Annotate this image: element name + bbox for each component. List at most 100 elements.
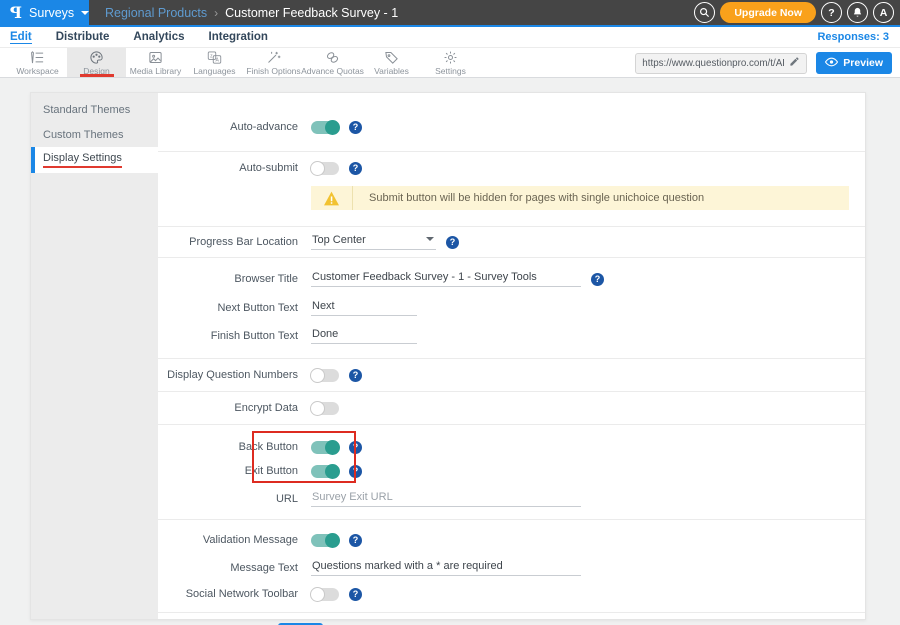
exit-button-label: Exit Button xyxy=(158,465,298,477)
toolbar-item-design[interactable]: Design xyxy=(67,48,126,77)
toggle-knob xyxy=(310,587,325,602)
browser-title-label: Browser Title xyxy=(158,273,298,285)
message-text-row: Message Text xyxy=(158,554,865,582)
nav-tab-integration[interactable]: Integration xyxy=(209,31,268,43)
next-button-text-row: Next Button Text xyxy=(158,294,865,322)
survey-url-text: https://www.questionpro.com/t/APNrFZ xyxy=(642,58,784,69)
next-button-text-input[interactable] xyxy=(311,300,417,316)
auto-submit-label: Auto-submit xyxy=(158,162,298,174)
back-button-help-icon[interactable]: ? xyxy=(349,441,362,454)
encrypt-data-toggle[interactable] xyxy=(311,402,339,415)
toolbar-item-workspace[interactable]: Workspace xyxy=(8,48,67,77)
toolbar-label: Settings xyxy=(435,66,466,76)
auto-submit-help-icon[interactable]: ? xyxy=(349,162,362,175)
toggle-knob xyxy=(310,161,325,176)
preview-button[interactable]: Preview xyxy=(816,52,892,74)
toolbar-item-media-library[interactable]: Media Library xyxy=(126,48,185,77)
warning-triangle-icon xyxy=(311,186,353,210)
browser-title-help-icon[interactable]: ? xyxy=(591,273,604,286)
exit-button-help-icon[interactable]: ? xyxy=(349,465,362,478)
account-avatar[interactable]: A xyxy=(873,2,894,23)
toggle-knob xyxy=(325,464,340,479)
preview-label: Preview xyxy=(843,57,883,69)
progress-bar-location-label: Progress Bar Location xyxy=(158,236,298,248)
toggle-knob xyxy=(325,533,340,548)
message-text-input[interactable] xyxy=(311,560,581,576)
encrypt-data-label: Encrypt Data xyxy=(158,402,298,414)
progress-bar-help-icon[interactable]: ? xyxy=(446,236,459,249)
finish-button-text-row: Finish Button Text xyxy=(158,322,865,350)
survey-nav: Edit Distribute Analytics Integration Re… xyxy=(0,27,900,48)
display-question-numbers-row: Display Question Numbers ? xyxy=(158,361,865,389)
toolbar-item-settings[interactable]: Settings xyxy=(421,48,480,77)
notifications-bell-icon[interactable] xyxy=(847,2,868,23)
browser-title-row: Browser Title ? xyxy=(158,264,865,294)
upgrade-now-button[interactable]: Upgrade Now xyxy=(720,2,816,23)
validation-message-toggle[interactable] xyxy=(311,534,339,547)
top-header: P Surveys Regional Products › Customer F… xyxy=(0,0,900,27)
search-icon[interactable] xyxy=(694,2,715,23)
settings-gear-icon xyxy=(442,50,459,65)
nav-tab-edit[interactable]: Edit xyxy=(10,31,32,44)
validation-message-help-icon[interactable]: ? xyxy=(349,534,362,547)
auto-advance-toggle[interactable] xyxy=(311,121,339,134)
toggle-knob xyxy=(325,440,340,455)
sidebar-item-display-settings[interactable]: Display Settings xyxy=(31,147,158,173)
design-settings-card: Standard Themes Custom Themes Display Se… xyxy=(30,92,866,620)
responses-count[interactable]: Responses: 3 xyxy=(817,31,889,43)
display-question-numbers-toggle[interactable] xyxy=(311,369,339,382)
toolbar-label: Languages xyxy=(193,66,235,76)
breadcrumb-survey-name: Customer Feedback Survey - 1 xyxy=(225,6,398,20)
finish-button-text-input[interactable] xyxy=(311,328,417,344)
surveys-product-menu[interactable]: P Surveys xyxy=(0,0,89,25)
toggle-knob xyxy=(310,401,325,416)
help-circle-icon[interactable]: ? xyxy=(821,2,842,23)
sidebar-item-custom-themes[interactable]: Custom Themes xyxy=(31,122,158,147)
toolbar-right: https://www.questionpro.com/t/APNrFZ Pre… xyxy=(635,52,892,74)
exit-url-row: URL xyxy=(158,485,865,513)
social-network-toolbar-help-icon[interactable]: ? xyxy=(349,588,362,601)
warning-banner: Submit button will be hidden for pages w… xyxy=(311,186,849,210)
exit-button-toggle[interactable] xyxy=(311,465,339,478)
toggle-knob xyxy=(325,120,340,135)
toolbar-label: Media Library xyxy=(130,66,182,76)
sidebar-item-standard-themes[interactable]: Standard Themes xyxy=(31,97,158,122)
exit-url-input[interactable] xyxy=(311,491,581,507)
toolbar-item-finish-options[interactable]: Finish Options xyxy=(244,48,303,77)
toolbar-item-variables[interactable]: Variables xyxy=(362,48,421,77)
auto-submit-toggle[interactable] xyxy=(311,162,339,175)
toolbar-label: Advance Quotas xyxy=(301,66,364,76)
auto-advance-row: Auto-advance ? xyxy=(158,113,865,141)
back-button-row: Back Button ? xyxy=(158,435,865,459)
breadcrumb-folder[interactable]: Regional Products xyxy=(105,6,207,20)
chevron-down-icon xyxy=(81,11,89,15)
nav-tab-analytics[interactable]: Analytics xyxy=(133,31,184,43)
encrypt-data-row: Encrypt Data xyxy=(158,394,865,422)
survey-url-box[interactable]: https://www.questionpro.com/t/APNrFZ xyxy=(635,53,807,74)
toolbar-item-languages[interactable]: zA Languages xyxy=(185,48,244,77)
social-network-toolbar-toggle[interactable] xyxy=(311,588,339,601)
exit-url-label: URL xyxy=(158,493,298,505)
toggle-knob xyxy=(310,368,325,383)
edit-url-pencil-icon[interactable] xyxy=(789,56,800,70)
nav-tab-distribute[interactable]: Distribute xyxy=(56,31,110,43)
browser-title-input[interactable] xyxy=(311,271,581,287)
toolbar-item-advance-quotas[interactable]: Advance Quotas xyxy=(303,48,362,77)
progress-bar-location-row: Progress Bar Location Top Center ? xyxy=(158,228,865,256)
eye-icon xyxy=(825,57,838,70)
back-button-label: Back Button xyxy=(158,441,298,453)
message-text-label: Message Text xyxy=(158,562,298,574)
progress-bar-location-select[interactable]: Top Center xyxy=(311,234,436,250)
questionpro-logo-icon: P xyxy=(10,3,22,22)
dropdown-caret-icon xyxy=(426,237,434,241)
back-button-toggle[interactable] xyxy=(311,441,339,454)
social-network-toolbar-label: Social Network Toolbar xyxy=(158,588,298,600)
progress-bar-location-value: Top Center xyxy=(312,234,366,246)
display-question-numbers-help-icon[interactable]: ? xyxy=(349,369,362,382)
toolbar-label: Workspace xyxy=(16,66,58,76)
auto-advance-help-icon[interactable]: ? xyxy=(349,121,362,134)
variables-tag-icon xyxy=(383,50,400,65)
header-actions: Upgrade Now ? A xyxy=(694,0,894,25)
finish-options-wand-icon xyxy=(265,50,282,65)
svg-text:z: z xyxy=(210,53,213,59)
